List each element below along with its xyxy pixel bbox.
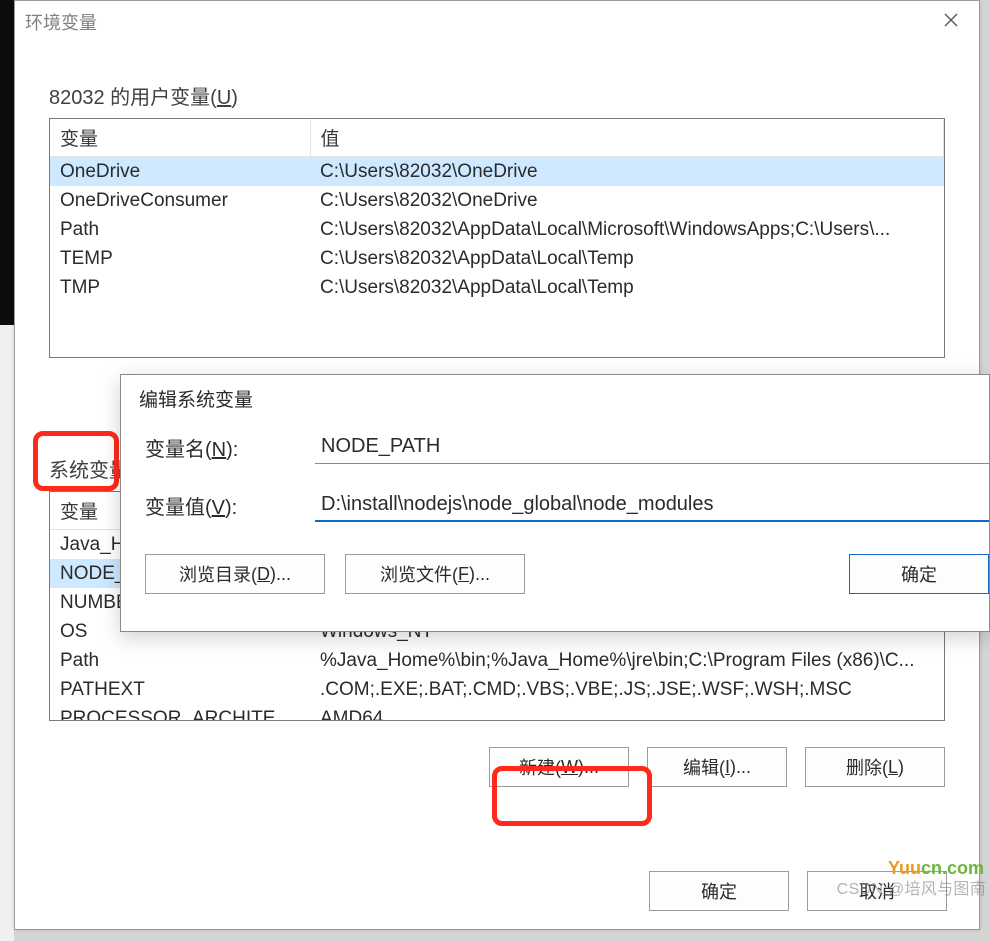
user-vars-section-label: 82032 的用户变量(U) — [49, 81, 979, 110]
background-strip — [0, 0, 14, 941]
edit-dialog-button-row: 浏览目录(D)... 浏览文件(F)... 确定 — [121, 546, 989, 594]
table-row[interactable]: OneDriveC:\Users\82032\OneDrive — [50, 157, 944, 187]
cell-value: C:\Users\82032\OneDrive — [310, 157, 944, 187]
system-vars-button-row: 新建(W)... 编辑(I)... 删除(L) — [49, 747, 945, 787]
close-icon — [943, 12, 959, 33]
delete-button[interactable]: 删除(L) — [805, 747, 945, 787]
table-row[interactable]: PathC:\Users\82032\AppData\Local\Microso… — [50, 215, 944, 244]
dialog-title: 环境变量 — [25, 9, 97, 35]
variable-name-label: 变量名(N): — [145, 433, 315, 462]
edit-system-variable-dialog: 编辑系统变量 变量名(N): 变量值(V): 浏览目录(D)... 浏览文件(F… — [120, 374, 990, 632]
ok-button[interactable]: 确定 — [649, 871, 789, 911]
cell-value: .COM;.EXE;.BAT;.CMD;.VBS;.VBE;.JS;.JSE;.… — [310, 675, 944, 704]
user-vars-listbox[interactable]: 变量 值 OneDriveC:\Users\82032\OneDriveOneD… — [49, 118, 945, 358]
table-row[interactable]: PROCESSOR_ARCHITECTUREAMD64 — [50, 704, 944, 721]
browse-file-button[interactable]: 浏览文件(F)... — [345, 554, 525, 594]
variable-name-input[interactable] — [315, 430, 989, 464]
cell-variable: PATHEXT — [50, 675, 310, 704]
cell-variable: PROCESSOR_ARCHITECTURE — [50, 704, 310, 721]
browse-directory-button[interactable]: 浏览目录(D)... — [145, 554, 325, 594]
edit-ok-button[interactable]: 确定 — [849, 554, 989, 594]
cell-value: C:\Users\82032\AppData\Local\Microsoft\W… — [310, 215, 944, 244]
cell-variable: OneDriveConsumer — [50, 186, 310, 215]
cell-variable: TMP — [50, 273, 310, 302]
dialog-titlebar[interactable]: 环境变量 — [15, 1, 979, 43]
table-row[interactable]: TEMPC:\Users\82032\AppData\Local\Temp — [50, 244, 944, 273]
edit-button[interactable]: 编辑(I)... — [647, 747, 787, 787]
cell-variable: TEMP — [50, 244, 310, 273]
table-row[interactable]: OneDriveConsumerC:\Users\82032\OneDrive — [50, 186, 944, 215]
close-button[interactable] — [927, 1, 975, 43]
col-header-variable[interactable]: 变量 — [50, 119, 310, 157]
watermark-csdn: CSDN @培风与图南 — [837, 875, 986, 899]
cell-value: C:\Users\82032\OneDrive — [310, 186, 944, 215]
cell-variable: Path — [50, 215, 310, 244]
cell-variable: OneDrive — [50, 157, 310, 187]
cell-value: C:\Users\82032\AppData\Local\Temp — [310, 244, 944, 273]
variable-value-label: 变量值(V): — [145, 491, 315, 520]
variable-value-input[interactable] — [315, 488, 989, 522]
cell-variable: Path — [50, 646, 310, 675]
cell-value: %Java_Home%\bin;%Java_Home%\jre\bin;C:\P… — [310, 646, 944, 675]
new-button[interactable]: 新建(W)... — [489, 747, 629, 787]
table-row[interactable]: TMPC:\Users\82032\AppData\Local\Temp — [50, 273, 944, 302]
col-header-value[interactable]: 值 — [310, 119, 944, 157]
table-row[interactable]: PATHEXT.COM;.EXE;.BAT;.CMD;.VBS;.VBE;.JS… — [50, 675, 944, 704]
cell-value: AMD64 — [310, 704, 944, 721]
cell-value: C:\Users\82032\AppData\Local\Temp — [310, 273, 944, 302]
table-row[interactable]: Path%Java_Home%\bin;%Java_Home%\jre\bin;… — [50, 646, 944, 675]
table-header-row[interactable]: 变量 值 — [50, 119, 944, 157]
edit-dialog-title: 编辑系统变量 — [121, 375, 989, 430]
